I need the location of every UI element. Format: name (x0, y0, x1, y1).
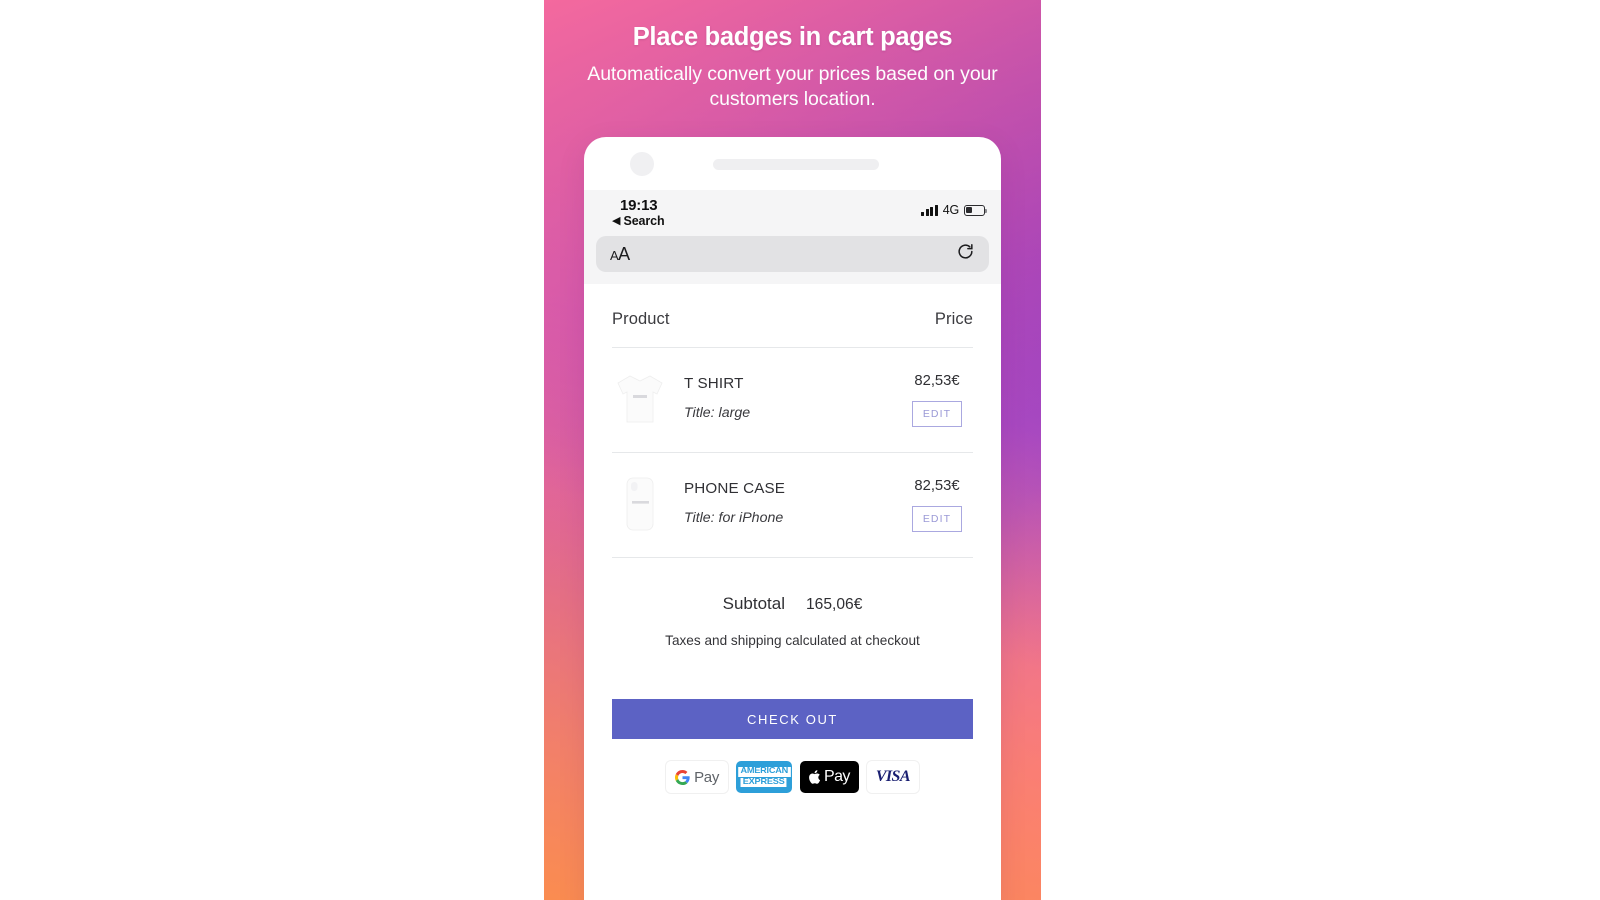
tax-note: Taxes and shipping calculated at checkou… (665, 633, 920, 648)
status-indicators: 4G (921, 203, 988, 217)
card-skeleton-header (584, 137, 1001, 190)
network-label: 4G (942, 203, 959, 217)
item-details: T SHIRT Title: large (684, 370, 885, 421)
page-subtitle: Automatically convert your prices based … (587, 63, 998, 110)
item-variant: Title: large (684, 405, 751, 421)
visa-icon[interactable]: VISA (866, 761, 919, 793)
subtotal-section: Subtotal 165,06€ Taxes and shipping calc… (602, 558, 983, 648)
edit-button[interactable]: EDIT (912, 506, 962, 532)
browser-url-bar[interactable]: AA (596, 236, 989, 272)
clipped-footer-text (602, 839, 983, 855)
phone-mockup: 19:13 ◀ Search 4G AA Product Price T SHI… (584, 137, 1001, 900)
avatar-placeholder (630, 152, 654, 176)
page-title: Place badges in cart pages (632, 23, 953, 51)
payment-badges: Pay AMERICAN EXPRESS Pay VISA (602, 761, 983, 793)
subtotal-row: Subtotal 165,06€ (612, 594, 973, 614)
column-header-product: Product (612, 310, 670, 328)
item-name: PHONE CASE (684, 480, 786, 497)
apple-pay-icon[interactable]: Pay (800, 761, 859, 793)
item-price-cell: 82,53€ EDIT (901, 475, 973, 532)
cart-body: Product Price T SHIRT Title: large 82,53… (584, 284, 1001, 855)
edit-button[interactable]: EDIT (912, 401, 962, 427)
back-caret-icon: ◀ (612, 214, 621, 227)
visa-label: VISA (875, 768, 911, 785)
promo-header: Place badges in cart pages Automatically… (544, 22, 1041, 111)
status-bar: 19:13 ◀ Search 4G (584, 190, 1001, 236)
apple-logo-icon (809, 770, 821, 784)
screenshot-root: Place badges in cart pages Automatically… (0, 0, 1600, 900)
table-row: T SHIRT Title: large 82,53€ EDIT (602, 348, 983, 452)
table-row: PHONE CASE Title: for iPhone 82,53€ EDIT (602, 453, 983, 557)
item-price: 82,53€ (914, 373, 960, 389)
title-placeholder-bar (713, 159, 879, 170)
google-pay-label: Pay (694, 768, 720, 786)
text-size-icon[interactable]: AA (610, 245, 630, 264)
item-details: PHONE CASE Title: for iPhone (684, 475, 885, 526)
amex-line-1: AMERICAN (737, 766, 791, 777)
google-pay-icon[interactable]: Pay (666, 761, 729, 793)
subtotal-label: Subtotal (722, 594, 785, 613)
promo-panel: Place badges in cart pages Automatically… (544, 0, 1041, 900)
column-header-price: Price (934, 310, 973, 328)
back-label: Search (623, 214, 665, 228)
checkout-button[interactable]: CHECK OUT (612, 699, 973, 739)
item-name: T SHIRT (684, 375, 744, 392)
subtotal-value: 165,06€ (806, 596, 863, 613)
t-shirt-thumbnail[interactable] (612, 370, 668, 428)
cart-table-header: Product Price (602, 284, 983, 347)
american-express-icon[interactable]: AMERICAN EXPRESS (736, 761, 793, 793)
item-price: 82,53€ (914, 478, 960, 494)
reload-icon[interactable] (956, 242, 975, 266)
google-g-icon (675, 769, 690, 785)
signal-bars-icon (921, 204, 938, 216)
battery-icon (964, 204, 988, 216)
ios-browser-chrome: 19:13 ◀ Search 4G AA (584, 190, 1001, 284)
item-price-cell: 82,53€ EDIT (901, 370, 973, 427)
apple-pay-label: Pay (824, 768, 850, 785)
item-variant: Title: for iPhone (684, 510, 784, 526)
amex-line-2: EXPRESS (740, 777, 788, 788)
phone-case-thumbnail[interactable] (612, 475, 668, 533)
